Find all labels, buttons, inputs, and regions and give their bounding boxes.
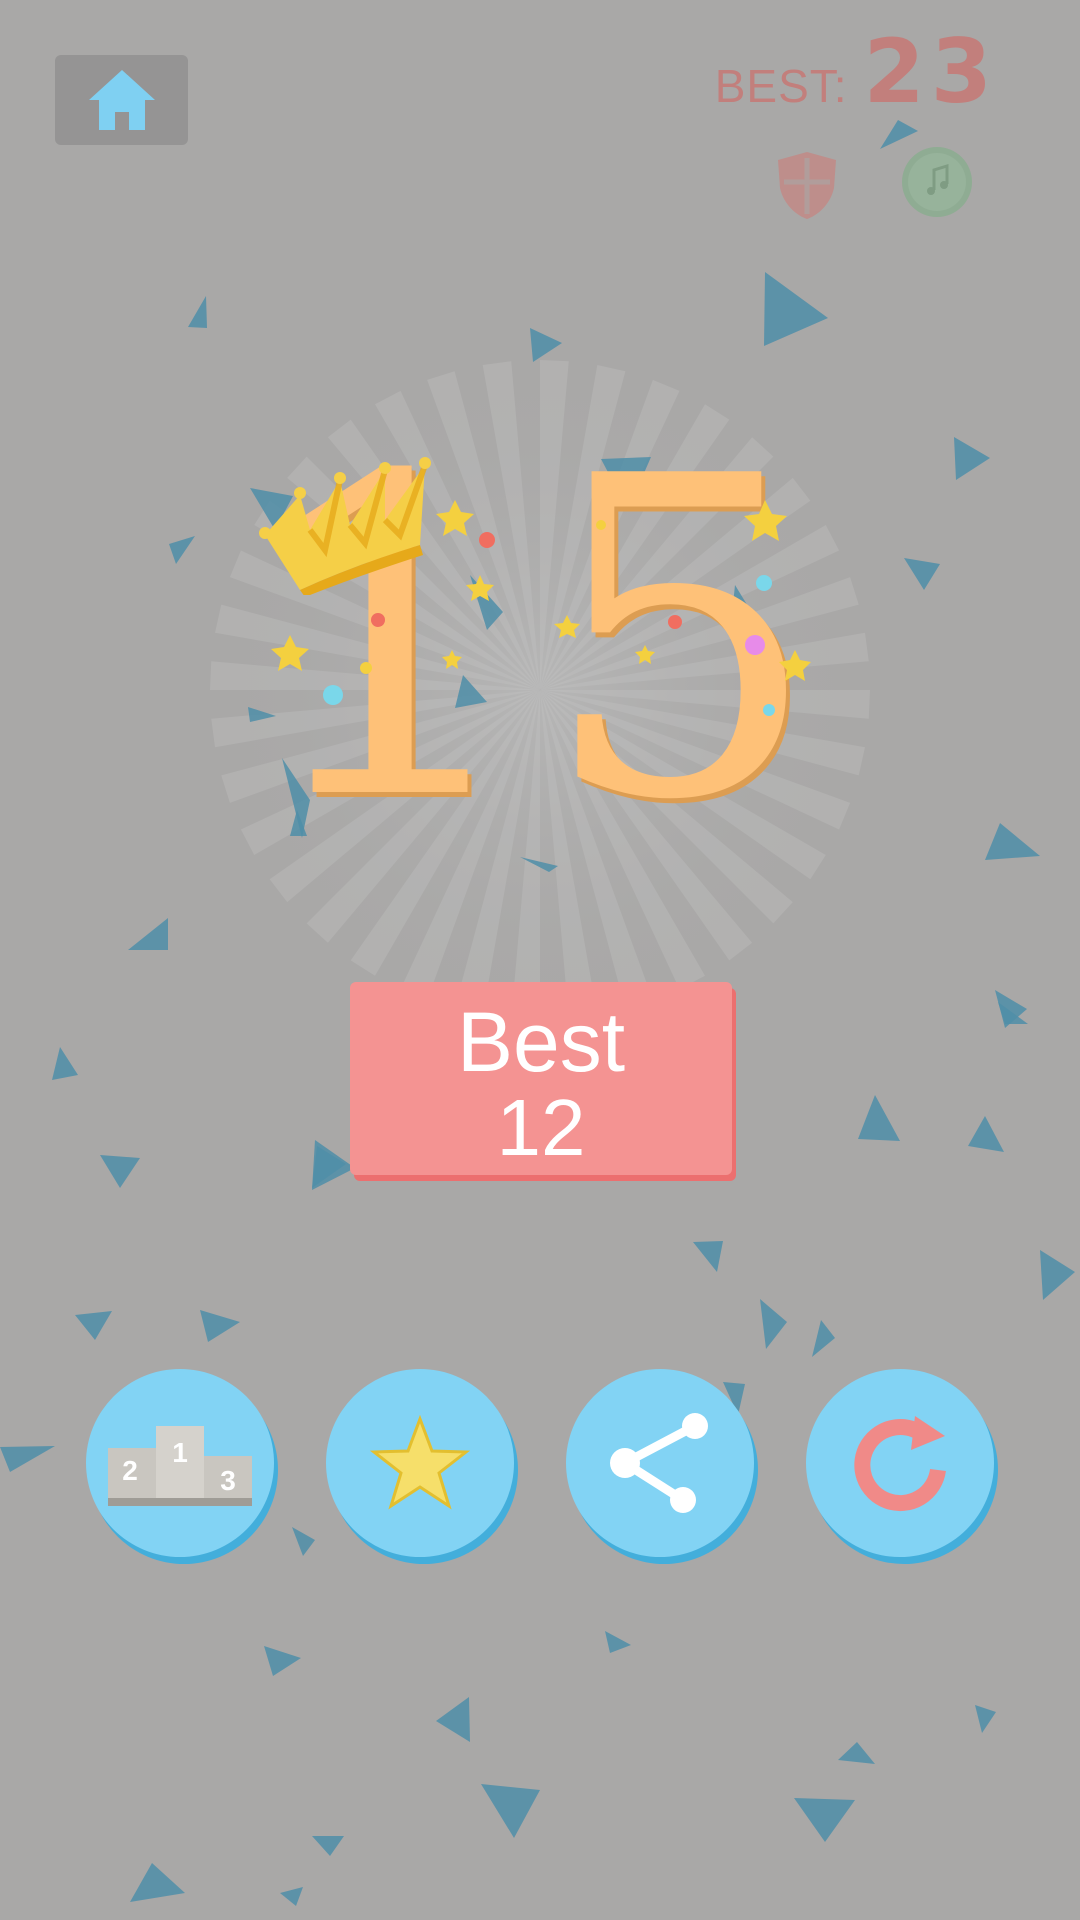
confetti-triangle: [312, 1836, 344, 1856]
confetti-triangle: [794, 1798, 855, 1842]
confetti-triangle: [188, 296, 207, 328]
best-score-box: Best 12: [350, 982, 732, 1175]
confetti-triangle: [100, 1155, 140, 1188]
music-toggle-icon[interactable]: [901, 146, 973, 218]
leaderboard-button[interactable]: 1 2 3: [86, 1369, 274, 1557]
confetti-triangle: [904, 558, 940, 590]
best-label: BEST:: [714, 60, 848, 112]
best-value: 23: [863, 20, 998, 123]
sparkle-star-icon: [436, 500, 474, 536]
confetti-triangle: [280, 1887, 303, 1906]
confetti-triangle: [760, 1299, 787, 1349]
replay-icon: [854, 1416, 946, 1512]
confetti-triangle: [200, 1310, 240, 1342]
confetti-triangle: [880, 120, 918, 149]
confetti-triangle: [130, 1863, 185, 1902]
sparkle-star-icon: [779, 650, 811, 681]
confetti-triangle: [693, 1241, 723, 1272]
confetti-triangle: [838, 1742, 875, 1764]
confetti-triangle: [812, 1320, 835, 1357]
confetti-triangle: [292, 1527, 315, 1556]
confetti-triangle: [954, 437, 990, 480]
sparkle-star-icon: [554, 615, 580, 638]
share-icon: [610, 1413, 708, 1513]
confetti-triangle: [75, 1311, 112, 1340]
best-score-header: BEST: 23: [714, 20, 998, 123]
confetti-triangle: [975, 1705, 996, 1733]
sparkle-star-icon: [635, 645, 655, 664]
confetti-triangle: [436, 1697, 470, 1742]
home-icon: [88, 70, 155, 130]
confetti-triangle: [985, 823, 1040, 860]
shield-icon[interactable]: [776, 150, 838, 220]
sparkle-star-icon: [442, 650, 462, 669]
rate-button[interactable]: [326, 1369, 514, 1557]
confetti-triangle: [968, 1116, 1004, 1152]
confetti-triangle: [264, 1646, 301, 1676]
confetti-triangle: [52, 1047, 78, 1080]
sparkle-star-icon: [744, 500, 787, 541]
confetti-triangle: [481, 1784, 540, 1838]
best-title: Best: [456, 995, 626, 1089]
star-icon: [370, 1415, 470, 1510]
crown-icon: [259, 457, 431, 595]
podium-label-1: 1: [172, 1437, 188, 1468]
background-decoration: [0, 120, 1075, 1906]
restart-button[interactable]: [806, 1369, 994, 1557]
confetti-triangle: [605, 1631, 631, 1653]
confetti-triangle: [764, 272, 828, 346]
confetti-triangle: [1040, 1250, 1075, 1300]
podium-label-3: 3: [220, 1465, 236, 1496]
home-button[interactable]: [55, 55, 188, 145]
best-score-value: 12: [496, 1083, 586, 1172]
podium-icon: 1 2 3: [108, 1426, 252, 1506]
confetti-triangle: [128, 918, 168, 950]
confetti-triangle: [0, 1446, 55, 1472]
confetti-triangle: [858, 1095, 900, 1141]
sparkle-star-icon: [271, 635, 309, 671]
sparkle-star-icon: [466, 575, 494, 601]
share-button[interactable]: [566, 1369, 754, 1557]
podium-label-2: 2: [122, 1455, 138, 1486]
